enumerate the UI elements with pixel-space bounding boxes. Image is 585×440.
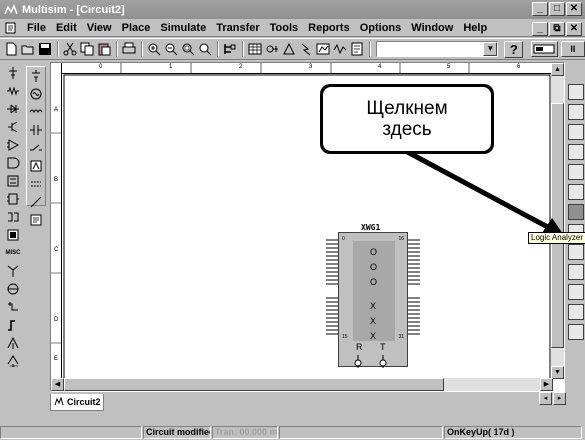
logic-analyzer-tooltip: Logic Analyzer bbox=[528, 232, 585, 244]
wattmeter-icon[interactable] bbox=[568, 124, 584, 140]
status-tran-time: Tran: 00.000 ms bbox=[212, 426, 278, 439]
instruction-callout: Щелкнем здесь bbox=[320, 84, 494, 154]
tab-nav: ◂ ▸ bbox=[539, 392, 566, 405]
circuit-tab-icon bbox=[54, 397, 64, 406]
distortion-analyzer-icon[interactable] bbox=[568, 244, 584, 260]
iv-analyzer-icon[interactable] bbox=[568, 304, 584, 320]
tab-circuit2-label: Circuit2 bbox=[67, 397, 101, 407]
status-modified: Circuit modified bbox=[143, 426, 211, 439]
tab-next-icon[interactable]: ▸ bbox=[553, 392, 566, 405]
callout-line-1: Щелкнем bbox=[366, 98, 448, 119]
oscilloscope-icon[interactable] bbox=[568, 144, 584, 160]
bode-plotter-icon[interactable] bbox=[568, 164, 584, 180]
network-analyzer-icon[interactable] bbox=[568, 284, 584, 300]
status-pane-4 bbox=[279, 426, 443, 439]
callout-arrow bbox=[398, 145, 566, 238]
status-bar: Circuit modified Tran: 00.000 ms OnKeyUp… bbox=[0, 426, 585, 440]
function-generator-icon[interactable] bbox=[568, 104, 584, 120]
spectrum-analyzer-icon[interactable] bbox=[568, 264, 584, 280]
logic-analyzer-icon[interactable] bbox=[568, 204, 584, 220]
tab-prev-icon[interactable]: ◂ bbox=[539, 392, 552, 405]
circuit-tab-bar: Circuit2 bbox=[50, 392, 565, 412]
word-generator-icon[interactable] bbox=[568, 184, 584, 200]
multisim-window: Multisim - [Circuit2] _ □ ✕ File Edit Vi… bbox=[0, 0, 585, 440]
measurement-probe-icon[interactable] bbox=[568, 324, 584, 340]
callout-line-2: здесь bbox=[382, 119, 432, 140]
tab-circuit2[interactable]: Circuit2 bbox=[50, 394, 104, 411]
callout-body: Щелкнем здесь bbox=[323, 87, 491, 151]
multimeter-icon[interactable] bbox=[568, 84, 584, 100]
status-pane-1 bbox=[0, 426, 142, 439]
status-key-event: OnKeyUp( 17d ) bbox=[444, 426, 582, 439]
